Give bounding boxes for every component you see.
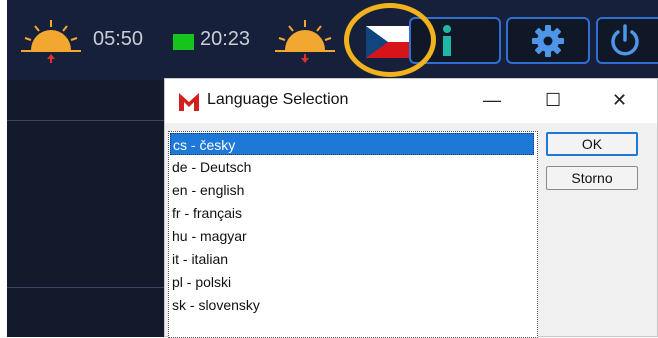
power-icon bbox=[611, 24, 639, 56]
gear-icon bbox=[532, 25, 564, 57]
close-button[interactable]: ✕ bbox=[612, 89, 627, 111]
cancel-button[interactable]: Storno bbox=[546, 166, 638, 190]
list-item[interactable]: sk - slovensky bbox=[170, 294, 534, 316]
ok-button[interactable]: OK bbox=[546, 132, 638, 156]
settings-button[interactable] bbox=[506, 17, 590, 64]
power-button[interactable] bbox=[596, 17, 658, 64]
language-list[interactable]: cs - česky de - Deutsch en - english fr … bbox=[168, 131, 538, 338]
maximize-button[interactable]: ☐ bbox=[545, 89, 561, 111]
dialog-title: Language Selection bbox=[207, 91, 349, 108]
top-toolbar: 05:50 20:23 bbox=[7, 0, 658, 80]
highlight-ring bbox=[344, 3, 436, 77]
list-item[interactable]: cs - česky bbox=[170, 133, 534, 155]
app-logo-icon bbox=[179, 93, 199, 111]
daylight-indicator bbox=[173, 34, 194, 50]
sunrise-icon bbox=[21, 20, 81, 63]
list-item[interactable]: de - Deutsch bbox=[170, 156, 534, 178]
sunrise-time: 05:50 bbox=[93, 28, 144, 50]
language-selection-dialog: Language Selection — ☐ ✕ cs - česky de -… bbox=[164, 78, 658, 338]
list-item[interactable]: en - english bbox=[170, 179, 534, 201]
list-item[interactable]: hu - magyar bbox=[170, 225, 534, 247]
sunset-time: 20:23 bbox=[200, 28, 251, 50]
minimize-button[interactable]: — bbox=[483, 89, 501, 111]
list-item[interactable]: pl - polski bbox=[170, 271, 534, 293]
info-icon bbox=[443, 25, 451, 56]
dialog-titlebar[interactable]: Language Selection — ☐ ✕ bbox=[165, 79, 657, 123]
list-item[interactable]: fr - français bbox=[170, 202, 534, 224]
sunset-icon bbox=[275, 20, 335, 63]
list-item[interactable]: it - italian bbox=[170, 248, 534, 270]
